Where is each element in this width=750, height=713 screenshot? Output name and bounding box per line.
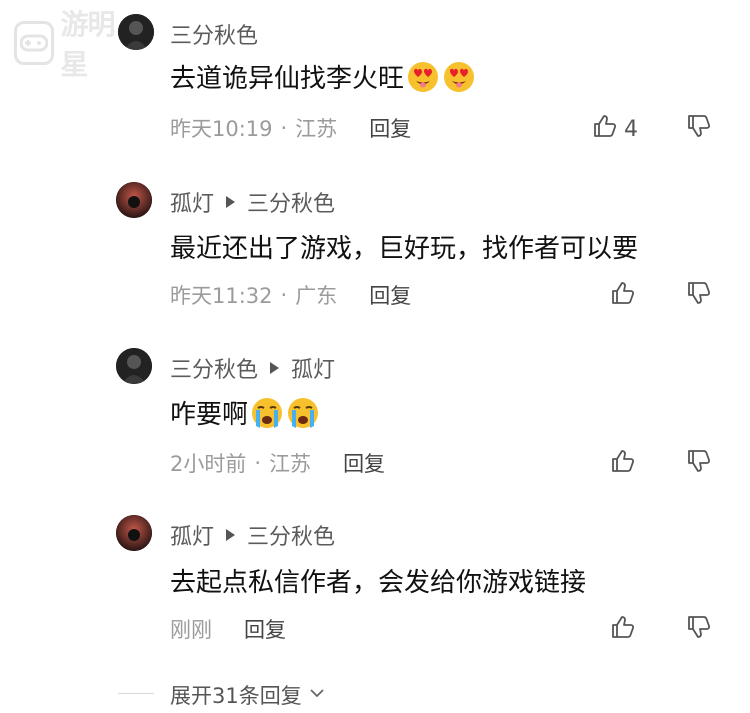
- thumbs-down-icon: [686, 113, 712, 145]
- avatar[interactable]: [116, 182, 152, 218]
- dislike-button[interactable]: [686, 614, 712, 646]
- avatar[interactable]: [116, 515, 152, 551]
- reply-arrow-icon: [270, 362, 280, 374]
- reply-arrow-icon: [226, 529, 236, 541]
- thumbs-up-icon: [610, 448, 636, 480]
- thumbs-up-icon: [610, 280, 636, 312]
- comment-content: 去起点私信作者，会发给你游戏链接: [170, 562, 586, 599]
- meta-separator: ·: [280, 283, 288, 307]
- avatar[interactable]: [116, 348, 152, 384]
- thumbs-down-icon: [686, 280, 712, 312]
- crying-emoji-icon: [286, 396, 320, 430]
- thumbs-down-icon: [686, 614, 712, 646]
- comment-meta: 刚刚 回复: [170, 614, 286, 644]
- expand-replies-row: 展开31条回复: [0, 676, 750, 710]
- author-name[interactable]: 三分秋色: [170, 352, 258, 384]
- comment-location: 江苏: [295, 117, 338, 141]
- heart-eyes-emoji-icon: [442, 60, 476, 94]
- comment-meta: 昨天11:32 · 广东 回复: [170, 280, 411, 310]
- author-line: 孤灯 三分秋色: [170, 186, 335, 218]
- reply-to-name[interactable]: 三分秋色: [247, 186, 335, 218]
- meta-separator: ·: [280, 116, 288, 140]
- dislike-button[interactable]: [686, 448, 712, 480]
- comment-content: 去道诡异仙找李火旺: [170, 58, 476, 95]
- comment-location: 江苏: [269, 452, 312, 476]
- like-button[interactable]: 4: [592, 113, 638, 145]
- comment-content: 最近还出了游戏，巨好玩，找作者可以要: [170, 228, 638, 265]
- like-count: 4: [624, 116, 638, 142]
- comment-meta: 2小时前 · 江苏 回复: [170, 448, 385, 478]
- divider: [118, 693, 154, 694]
- expand-replies-label: 展开31条回复: [170, 684, 302, 708]
- avatar[interactable]: [118, 14, 154, 50]
- comment-content: 咋要啊: [170, 394, 320, 431]
- thumbs-up-icon: [610, 614, 636, 646]
- author-name[interactable]: 孤灯: [170, 186, 214, 218]
- comment-time: 2小时前: [170, 452, 247, 476]
- dislike-button[interactable]: [686, 280, 712, 312]
- gamepad-icon: [14, 21, 55, 65]
- comment-time: 昨天11:32: [170, 284, 273, 308]
- reply-arrow-icon: [226, 196, 236, 208]
- comment-meta: 昨天10:19 · 江苏 回复: [170, 113, 411, 143]
- author-line: 三分秋色 孤灯: [170, 352, 335, 384]
- crying-emoji-icon: [250, 396, 284, 430]
- author-name[interactable]: 三分秋色: [170, 18, 258, 50]
- like-button[interactable]: [610, 448, 636, 480]
- reply-button[interactable]: 回复: [369, 280, 411, 310]
- comment-text: 去起点私信作者，会发给你游戏链接: [170, 568, 587, 598]
- comment-text: 咋要啊: [170, 400, 249, 430]
- watermark-logo: 游明星: [14, 8, 134, 81]
- comment-time: 昨天10:19: [170, 117, 273, 141]
- author-line: 三分秋色: [170, 18, 258, 50]
- comment-text: 最近还出了游戏，巨好玩，找作者可以要: [170, 234, 639, 264]
- reply-button[interactable]: 回复: [244, 614, 286, 644]
- like-button[interactable]: [610, 614, 636, 646]
- reply-button[interactable]: 回复: [369, 113, 411, 143]
- comment-time: 刚刚: [170, 618, 212, 642]
- comment-location: 广东: [295, 284, 338, 308]
- dislike-button[interactable]: [686, 113, 712, 145]
- heart-eyes-emoji-icon: [406, 60, 440, 94]
- chevron-down-icon: [302, 682, 328, 709]
- author-line: 孤灯 三分秋色: [170, 519, 335, 551]
- author-name[interactable]: 孤灯: [170, 519, 214, 551]
- meta-separator: ·: [254, 451, 262, 475]
- reply-to-name[interactable]: 三分秋色: [247, 519, 335, 551]
- thumbs-up-icon: [592, 113, 618, 145]
- like-button[interactable]: [610, 280, 636, 312]
- reply-to-name[interactable]: 孤灯: [291, 352, 335, 384]
- expand-replies-button[interactable]: 展开31条回复: [170, 680, 328, 710]
- thumbs-down-icon: [686, 448, 712, 480]
- comment-text: 去道诡异仙找李火旺: [170, 64, 405, 94]
- reply-button[interactable]: 回复: [343, 448, 385, 478]
